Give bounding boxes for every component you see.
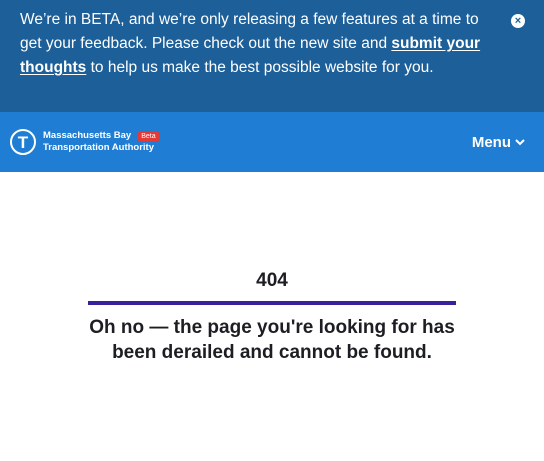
close-icon[interactable]: × [511, 14, 525, 28]
main-content: 404 Oh no — the page you're looking for … [0, 172, 544, 365]
menu-button[interactable]: Menu [472, 134, 525, 151]
menu-label: Menu [471, 133, 511, 151]
beta-banner-text-end: to help us make the best possible websit… [86, 59, 434, 76]
site-header: T Massachusetts Bay Beta Transportation … [0, 112, 544, 172]
t-logo-icon: T [10, 129, 36, 155]
beta-badge: Beta [138, 131, 159, 141]
org-name-line2: Transportation Authority [43, 142, 155, 153]
divider-rule [88, 301, 456, 305]
chevron-down-icon [515, 138, 525, 145]
beta-banner: We’re in BETA, and we’re only releasing … [0, 0, 544, 112]
error-message: Oh no — the page you're looking for has … [89, 317, 455, 363]
org-name-line1: Massachusetts Bay [43, 130, 132, 141]
error-code: 404 [256, 270, 288, 291]
org-wordmark: Massachusetts Bay Beta Transportation Au… [43, 130, 159, 154]
beta-banner-text: We’re in BETA, and we’re only releasing … [20, 8, 492, 80]
mbta-logo-link[interactable]: T Massachusetts Bay Beta Transportation … [10, 129, 159, 155]
